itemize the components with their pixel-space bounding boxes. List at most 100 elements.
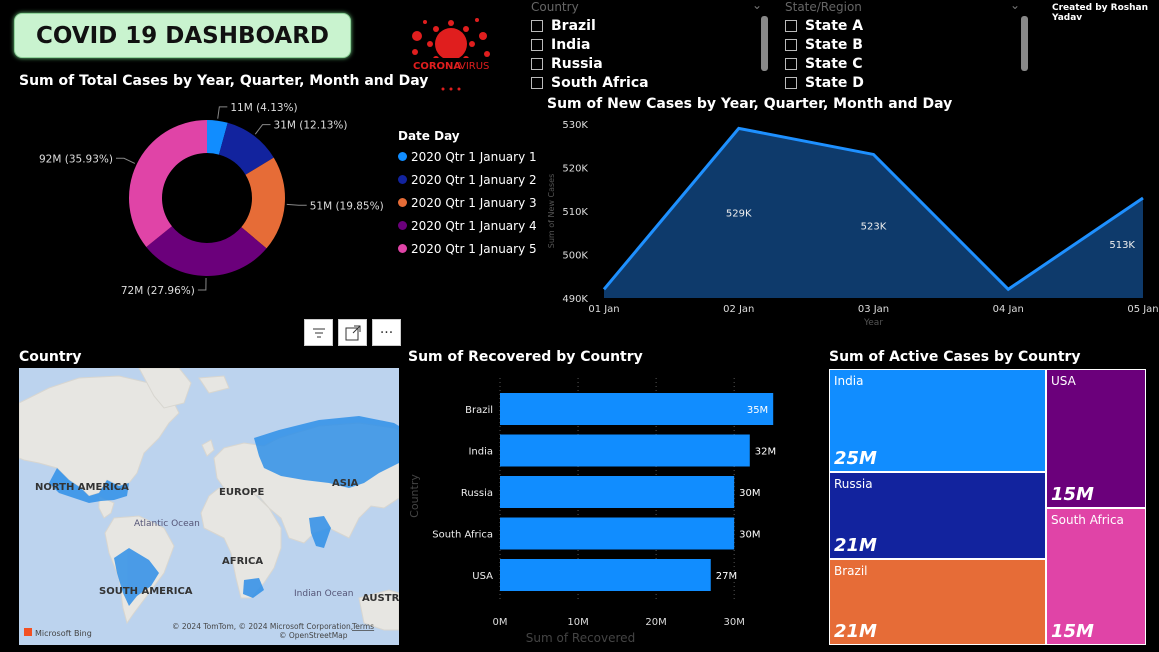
y-tick-label: Brazil: [465, 405, 493, 416]
legend-label: 2020 Qtr 1 January 1: [411, 149, 537, 164]
bar-data-label: 30M: [739, 488, 760, 499]
map-label-south-america: SOUTH AMERICA: [99, 586, 193, 597]
y-tick-label: Russia: [461, 488, 493, 499]
x-tick-label: 05 Jan: [1127, 304, 1158, 315]
bar[interactable]: [500, 517, 735, 550]
legend-item[interactable]: 2020 Qtr 1 January 3: [398, 191, 537, 214]
legend-dot: [398, 152, 407, 161]
state-slicer-item[interactable]: State B: [785, 35, 1005, 54]
state-slicer-heading: State/Region: [785, 0, 862, 14]
treemap-cell[interactable]: India 25M: [829, 369, 1046, 472]
checkbox[interactable]: [785, 19, 797, 32]
logo-text-corona: CORONA: [413, 61, 461, 72]
line-chart-title: Sum of New Cases by Year, Quarter, Month…: [547, 96, 953, 112]
bar-data-label: 27M: [716, 571, 737, 582]
treemap-cell-value: 21M: [834, 535, 877, 556]
x-tick-label: 03 Jan: [858, 304, 889, 315]
treemap-cell-label: India: [834, 374, 864, 388]
checkbox[interactable]: [785, 38, 797, 51]
checkbox[interactable]: [531, 38, 543, 51]
donut-legend: 2020 Qtr 1 January 1 2020 Qtr 1 January 2…: [398, 145, 537, 260]
y-tick-label: 510K: [562, 207, 588, 218]
x-tick-label: 20M: [645, 617, 666, 628]
country-slicer-item[interactable]: Russia: [531, 54, 751, 73]
recovered-bar-chart[interactable]: 0M 10M 20M 30M Brazil 35M India 32M Russia 30M Sou…: [405, 368, 825, 650]
country-slicer-scrollbar[interactable]: [761, 16, 768, 71]
y-axis-title: Country: [408, 474, 421, 518]
legend-item[interactable]: 2020 Qtr 1 January 2: [398, 168, 537, 191]
state-slicer-item-label: State A: [805, 17, 864, 34]
x-axis-title: Year: [863, 318, 883, 328]
treemap-cell-value: 15M: [1051, 484, 1094, 505]
bar[interactable]: [500, 559, 711, 591]
country-map[interactable]: NORTH AMERICA EUROPE ASIA Atlantic Ocean…: [19, 368, 399, 645]
state-slicer-scrollbar[interactable]: [1021, 16, 1028, 71]
treemap-cell[interactable]: Russia 21M: [829, 472, 1046, 559]
y-tick-label: USA: [472, 571, 493, 582]
legend-item[interactable]: 2020 Qtr 1 January 1: [398, 145, 537, 168]
dashboard-title: COVID 19 DASHBOARD: [14, 13, 351, 58]
treemap-cell[interactable]: South Africa 15M: [1046, 508, 1146, 645]
more-options-icon[interactable]: ···: [372, 319, 401, 346]
state-slicer-item[interactable]: State A: [785, 16, 1005, 35]
checkbox[interactable]: [531, 19, 543, 32]
country-slicer[interactable]: Brazil India Russia South Africa: [531, 16, 751, 92]
country-slicer-item[interactable]: India: [531, 35, 751, 54]
treemap-cell[interactable]: USA 15M: [1046, 369, 1146, 508]
bar[interactable]: [500, 476, 735, 508]
country-slicer-item[interactable]: South Africa: [531, 73, 751, 92]
y-tick-label: 490K: [562, 294, 588, 305]
bar[interactable]: [500, 393, 774, 425]
legend-dot: [398, 198, 407, 207]
treemap-cell-value: 25M: [834, 448, 877, 469]
chevron-down-icon[interactable]: ⌄: [1010, 0, 1020, 12]
data-label: 523K: [861, 221, 887, 232]
donut-leader-line: [116, 157, 136, 164]
y-tick-label: South Africa: [432, 530, 493, 541]
state-slicer[interactable]: State A State B State C State D: [785, 16, 1005, 92]
checkbox[interactable]: [785, 76, 797, 89]
legend-item[interactable]: 2020 Qtr 1 January 5: [398, 237, 537, 260]
x-tick-label: 0M: [493, 617, 508, 628]
checkbox[interactable]: [531, 76, 543, 89]
checkbox[interactable]: [785, 57, 797, 70]
map-bing-logo: Microsoft Bing: [35, 629, 92, 638]
active-cases-treemap[interactable]: India 25M USA 15M Russia 21M South Africa 15M Br…: [829, 369, 1146, 645]
data-label: 513K: [1109, 240, 1135, 251]
state-slicer-item-label: State C: [805, 55, 863, 72]
donut-slice[interactable]: [146, 226, 267, 276]
focus-mode-icon[interactable]: [338, 319, 367, 346]
map-label-asia: ASIA: [332, 478, 359, 489]
country-slicer-item[interactable]: Brazil: [531, 16, 751, 35]
treemap-cell-label: South Africa: [1051, 513, 1124, 527]
filter-icon[interactable]: [304, 319, 333, 346]
x-tick-label: 02 Jan: [723, 304, 754, 315]
checkbox[interactable]: [531, 57, 543, 70]
donut-data-label: 92M (35.93%): [39, 153, 113, 165]
map-osm-link: © OpenStreetMap: [279, 631, 348, 640]
y-tick-label: 520K: [562, 164, 588, 175]
treemap-title: Sum of Active Cases by Country: [829, 349, 1081, 365]
legend-item[interactable]: 2020 Qtr 1 January 4: [398, 214, 537, 237]
author-credit: Created by Roshan Yadav: [1052, 3, 1149, 23]
map-label-europe: EUROPE: [219, 487, 264, 498]
map-title: Country: [19, 349, 82, 365]
state-slicer-item[interactable]: State D: [785, 73, 1005, 92]
donut-data-label: 31M (12.13%): [274, 120, 348, 132]
country-slicer-item-label: South Africa: [551, 74, 649, 91]
logo-text-virus: VIRUS: [459, 61, 489, 72]
chevron-down-icon[interactable]: ⌄: [752, 0, 762, 12]
treemap-cell[interactable]: Brazil 21M: [829, 559, 1046, 645]
state-slicer-item[interactable]: State C: [785, 54, 1005, 73]
state-slicer-item-label: State B: [805, 36, 863, 53]
bar[interactable]: [500, 434, 750, 467]
x-axis-title: Sum of Recovered: [526, 631, 635, 645]
legend-label: 2020 Qtr 1 January 5: [411, 241, 537, 256]
state-slicer-item-label: State D: [805, 74, 864, 91]
map-terms-link: Terms: [351, 622, 374, 631]
total-cases-donut-chart[interactable]: 11M (4.13%) 31M (12.13%) 51M (19.85%) 72M (…: [0, 95, 395, 310]
new-cases-area-chart[interactable]: 530K 520K 510K 500K 490K Sum of New Cases 01 J…: [540, 112, 1159, 332]
bar-chart-title: Sum of Recovered by Country: [408, 349, 643, 365]
donut-slice[interactable]: [129, 120, 207, 247]
bar-data-label: 32M: [755, 447, 776, 458]
